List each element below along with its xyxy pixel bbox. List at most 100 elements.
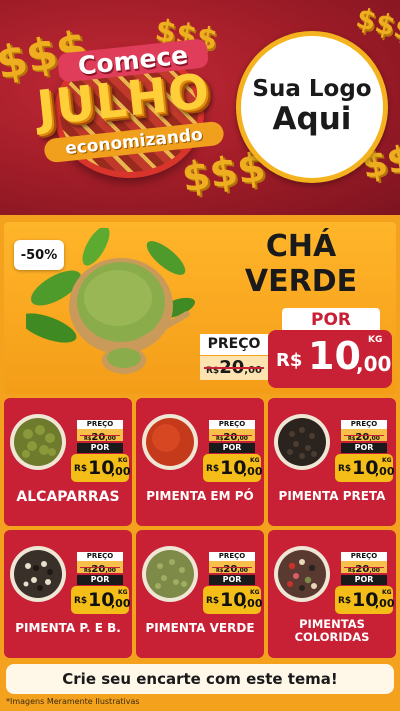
new-price: R$ 10,00 KG — [335, 586, 395, 614]
price-unit: KG — [382, 589, 392, 596]
currency: R$ — [338, 596, 352, 606]
new-price: R$ 10,00 KG — [71, 454, 131, 482]
price-decimal: ,00 — [243, 465, 263, 478]
price-decimal: ,00 — [111, 597, 131, 610]
product-name: PIMENTA VERDE — [145, 621, 255, 635]
logo-placeholder[interactable]: Sua Logo Aqui — [236, 31, 388, 183]
price-label: PREÇO — [77, 552, 123, 561]
price-decimal: ,00 — [111, 465, 131, 478]
featured-product[interactable]: -50% CHÁ VERDE POR PREÇO R$20,00 R$ 10 ,… — [4, 222, 396, 394]
alcaparras-image — [10, 414, 66, 470]
price-decimal: ,00 — [356, 352, 392, 376]
price-decimal: ,00 — [369, 567, 380, 574]
price-decimal: ,00 — [375, 597, 395, 610]
currency: R$ — [74, 596, 88, 606]
disclaimer: *Imagens Meramente Ilustrativas — [6, 697, 140, 706]
price-unit: KG — [250, 457, 260, 464]
price-decimal: ,00 — [237, 435, 248, 442]
product-card[interactable]: PREÇO R$20,00 POR R$ 10,00 KG PIMENTAS COL… — [268, 530, 396, 658]
por-label: POR — [341, 443, 387, 453]
featured-name-line1: CHÁ — [265, 229, 337, 264]
old-price-value: R$20,00 — [77, 429, 123, 443]
featured-por-label: POR — [282, 308, 380, 332]
price-unit: KG — [118, 589, 128, 596]
product-name-line1: PIMENTAS — [299, 617, 365, 631]
featured-new-price: R$ 10 ,00 KG — [268, 330, 392, 388]
strikethrough — [344, 435, 384, 436]
discount-badge: -50% — [14, 240, 64, 270]
currency: R$ — [74, 464, 88, 474]
new-price: R$ 10,00 KG — [203, 586, 263, 614]
price-unit: KG — [118, 457, 128, 464]
price-unit: KG — [250, 589, 260, 596]
price-label: PREÇO — [209, 552, 255, 561]
logo-line2: Aqui — [272, 101, 352, 138]
price-label: PREÇO — [209, 420, 255, 429]
price-label: PREÇO — [341, 552, 387, 561]
old-price: PREÇO R$20,00 — [209, 420, 255, 443]
featured-product-name: CHÁ VERDE — [226, 229, 376, 299]
price-integer: 20 — [223, 564, 238, 575]
product-name: ALCAPARRAS — [16, 489, 120, 505]
strikethrough — [212, 435, 252, 436]
campaign-badge: Comece JULHO economizando — [16, 32, 231, 182]
product-card[interactable]: PREÇO R$20,00 POR R$ 10,00 KG PIMENTA PRET… — [268, 398, 396, 526]
strikethrough — [344, 567, 384, 568]
pimenta-verde-image — [142, 546, 198, 602]
price-decimal: ,00 — [369, 435, 380, 442]
price-decimal: ,00 — [105, 567, 116, 574]
featured-old-price: PREÇO R$20,00 — [200, 334, 268, 382]
old-price: PREÇO R$20,00 — [341, 420, 387, 443]
strikethrough — [80, 567, 120, 568]
old-price: PREÇO R$20,00 — [209, 552, 255, 575]
new-price: R$ 10,00 KG — [335, 454, 395, 482]
product-card[interactable]: PREÇO R$20,00 POR R$ 10,00 KG PIMENTA P. E… — [4, 530, 132, 658]
pimenta-preta-image — [274, 414, 330, 470]
old-price-value: R$20,00 — [209, 561, 255, 575]
old-price-value: R$20,00 — [341, 429, 387, 443]
price-decimal: ,00 — [105, 435, 116, 442]
old-price: PREÇO R$20,00 — [341, 552, 387, 575]
product-card[interactable]: PREÇO R$20,00 POR R$ 10,00 KG PIMENTA VERD… — [136, 530, 264, 658]
por-label: POR — [77, 443, 123, 453]
price-integer: 20 — [223, 432, 238, 443]
strikethrough — [212, 567, 252, 568]
old-price-value: R$20,00 — [77, 561, 123, 575]
money-decoration: $$$ — [352, 0, 400, 49]
pimenta-em-po-image — [142, 414, 198, 470]
por-label: POR — [209, 443, 255, 453]
currency: R$ — [206, 596, 220, 606]
product-card[interactable]: PREÇO R$20,00 POR R$ 10,00 KG ALCAPARRAS — [4, 398, 132, 526]
product-name: PIMENTAS COLORIDAS — [268, 618, 396, 643]
currency: R$ — [206, 464, 220, 474]
por-label: POR — [209, 575, 255, 585]
featured-price-label: PREÇO — [200, 334, 268, 355]
featured-name-line2: VERDE — [244, 263, 358, 299]
cta-banner[interactable]: Crie seu encarte com este tema! — [6, 664, 394, 694]
currency: R$ — [338, 464, 352, 474]
strikethrough — [204, 367, 264, 369]
price-unit: KG — [382, 457, 392, 464]
strikethrough — [80, 435, 120, 436]
pimenta-p-e-b-image — [10, 546, 66, 602]
product-name-line2: COLORIDAS — [294, 629, 370, 644]
price-integer: 20 — [91, 564, 106, 575]
pimentas-coloridas-image — [274, 546, 330, 602]
product-name: PIMENTA PRETA — [278, 489, 386, 503]
price-integer: 20 — [355, 564, 370, 575]
new-price: R$ 10,00 KG — [203, 454, 263, 482]
price-decimal: ,00 — [237, 567, 248, 574]
price-label: PREÇO — [77, 420, 123, 429]
product-name: PIMENTA EM PÓ — [146, 489, 254, 503]
featured-old-price-value: R$20,00 — [200, 356, 268, 380]
por-label: POR — [341, 575, 387, 585]
product-name: PIMENTA P. E B. — [15, 621, 121, 635]
product-card[interactable]: PREÇO R$20,00 POR R$ 10,00 KG PIMENTA EM P… — [136, 398, 264, 526]
price-decimal: ,00 — [243, 597, 263, 610]
price-decimal: ,00 — [375, 465, 395, 478]
old-price-value: R$20,00 — [341, 561, 387, 575]
old-price: PREÇO R$20,00 — [77, 552, 123, 575]
currency: R$ — [276, 350, 303, 371]
new-price: R$ 10,00 KG — [71, 586, 131, 614]
header-banner: $$$ $$$ $$$ $$$ $$$ Comece JULHO economi… — [0, 0, 400, 215]
